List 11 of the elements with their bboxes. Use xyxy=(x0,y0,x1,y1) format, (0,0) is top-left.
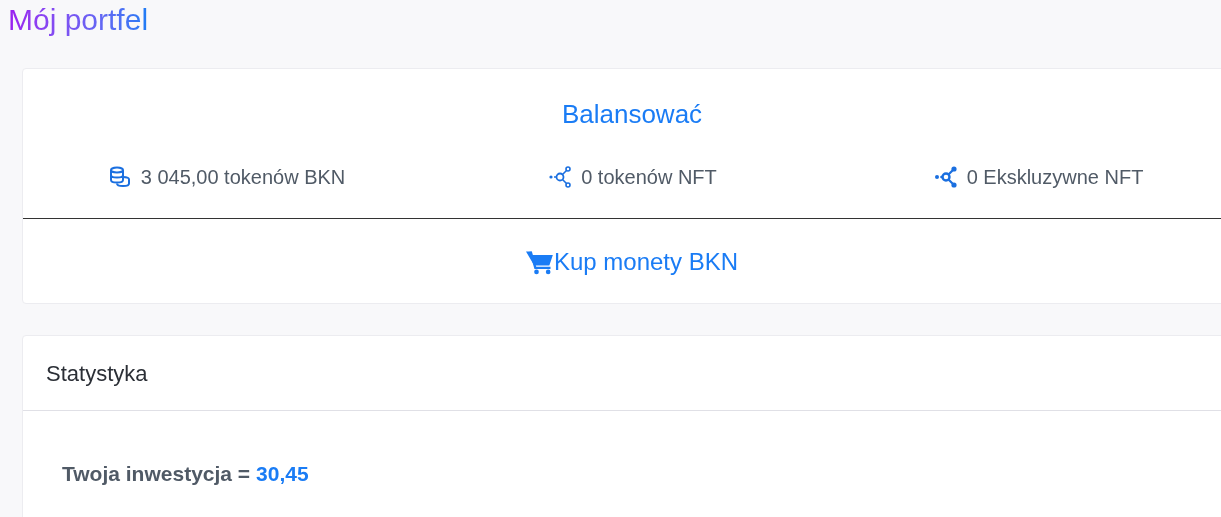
cart-icon xyxy=(525,249,554,275)
investment-label: Twoja inwestycja = xyxy=(62,461,251,487)
network-nodes-icon xyxy=(547,165,574,189)
buy-coins-link[interactable]: Kup monety BKN xyxy=(525,244,739,280)
balance-stat: 0 tokenów NFT xyxy=(581,165,717,190)
balance-title: Balansować xyxy=(561,98,703,131)
balance-stat: 3 045,00 tokenów BKN xyxy=(140,165,346,190)
network-nodes-icon xyxy=(932,165,959,189)
card-title: Statystyka xyxy=(46,359,148,388)
investment-value: 30,45 xyxy=(256,461,309,487)
balance-stat: 0 Ekskluzywne NFT xyxy=(966,165,1144,190)
